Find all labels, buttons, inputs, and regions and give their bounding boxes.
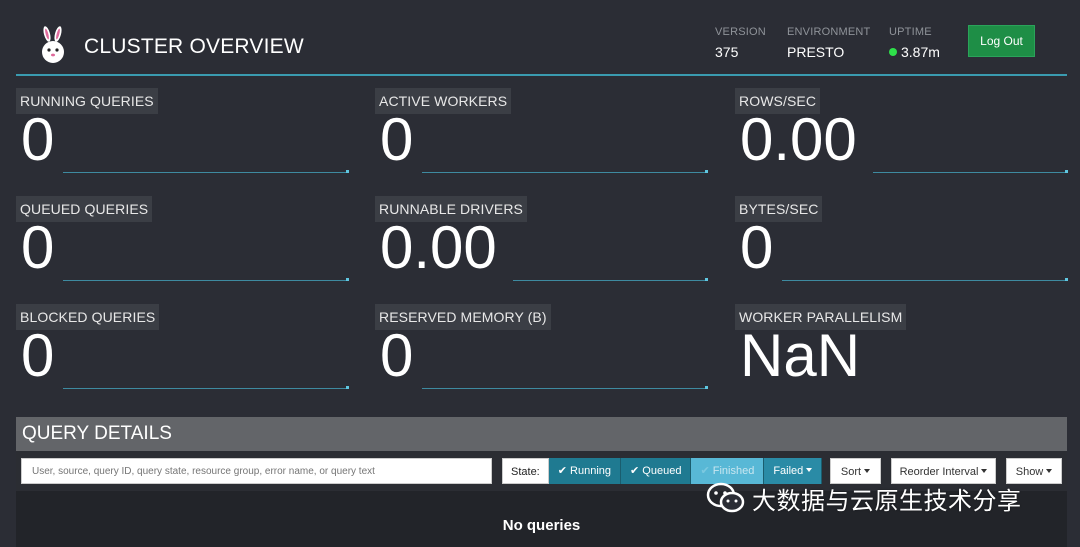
uptime-value-wrap: 3.87m [889,44,940,60]
state-queued-toggle[interactable]: ✔ Queued [621,458,692,484]
version-label: VERSION [715,26,766,38]
caret-down-icon [864,469,871,473]
wechat-icon [706,482,745,513]
sparkline [63,170,349,173]
header-bar: CLUSTER OVERVIEW VERSION 375 ENVIRONMENT… [16,0,1067,76]
version-value: 375 [715,44,739,60]
caret-down-icon [806,468,813,472]
metric-value: 0 [21,322,55,389]
watermark-text: 大数据与云原生技术分享 [752,487,1022,515]
caret-down-icon [981,469,988,473]
query-details-title: QUERY DETAILS [16,417,1067,451]
environment-value: PRESTO [787,44,845,60]
metric-value: 0 [740,214,774,281]
sparkline [422,170,708,173]
status-dot-icon [889,48,897,56]
metric-bytes-sec: BYTES/SEC 0 [735,196,1068,296]
sparkline [782,278,1068,281]
sparkline [63,278,349,281]
reorder-label: Reorder Interval [899,466,979,478]
caret-down-icon [1046,469,1053,473]
check-icon: ✔ [557,465,567,477]
state-queued-label: Queued [642,465,682,477]
metric-value: 0 [21,214,55,281]
state-label: State: [502,458,549,484]
metric-value: NaN [740,322,861,389]
uptime-stat: UPTIME 3.87m [889,26,940,60]
metric-value: 0.00 [380,214,497,281]
environment-stat: ENVIRONMENT PRESTO [787,26,870,60]
logout-button[interactable]: Log Out [968,25,1035,57]
query-search-input[interactable] [21,458,492,484]
sparkline [873,170,1068,173]
version-stat: VERSION 375 [715,26,766,60]
metric-value: 0 [380,106,414,173]
check-icon: ✔ [630,465,640,477]
state-running-toggle[interactable]: ✔ Running [548,458,622,484]
sparkline [63,386,349,389]
watermark: 大数据与云原生技术分享 [706,480,1022,516]
sort-label: Sort [840,466,862,478]
show-label: Show [1015,466,1044,478]
state-running-label: Running [570,465,612,477]
metric-running-queries: RUNNING QUERIES 0 [16,88,349,188]
metric-runnable-drivers: RUNNABLE DRIVERS 0.00 [375,196,708,296]
metric-active-workers: ACTIVE WORKERS 0 [375,88,708,188]
check-icon: ✔ [700,465,710,477]
sparkline [422,386,708,389]
state-finished-label: Finished [712,465,755,477]
sparkline [513,278,708,281]
metric-rows-sec: ROWS/SEC 0.00 [735,88,1068,188]
metric-value: 0 [380,322,414,389]
presto-bunny-logo-icon [42,26,64,63]
metric-queued-queries: QUEUED QUERIES 0 [16,196,349,296]
uptime-value: 3.87m [901,44,940,60]
page-title: CLUSTER OVERVIEW [84,35,304,58]
metric-reserved-memory: RESERVED MEMORY (B) 0 [375,304,708,404]
metric-value: 0 [21,106,55,173]
uptime-label: UPTIME [889,26,932,38]
metric-blocked-queries: BLOCKED QUERIES 0 [16,304,349,404]
no-queries-message: No queries [502,517,581,534]
metric-worker-parallelism: WORKER PARALLELISM NaN [735,304,1067,404]
environment-label: ENVIRONMENT [787,26,871,38]
state-failed-label: Failed [773,465,804,477]
metric-value: 0.00 [740,106,857,173]
